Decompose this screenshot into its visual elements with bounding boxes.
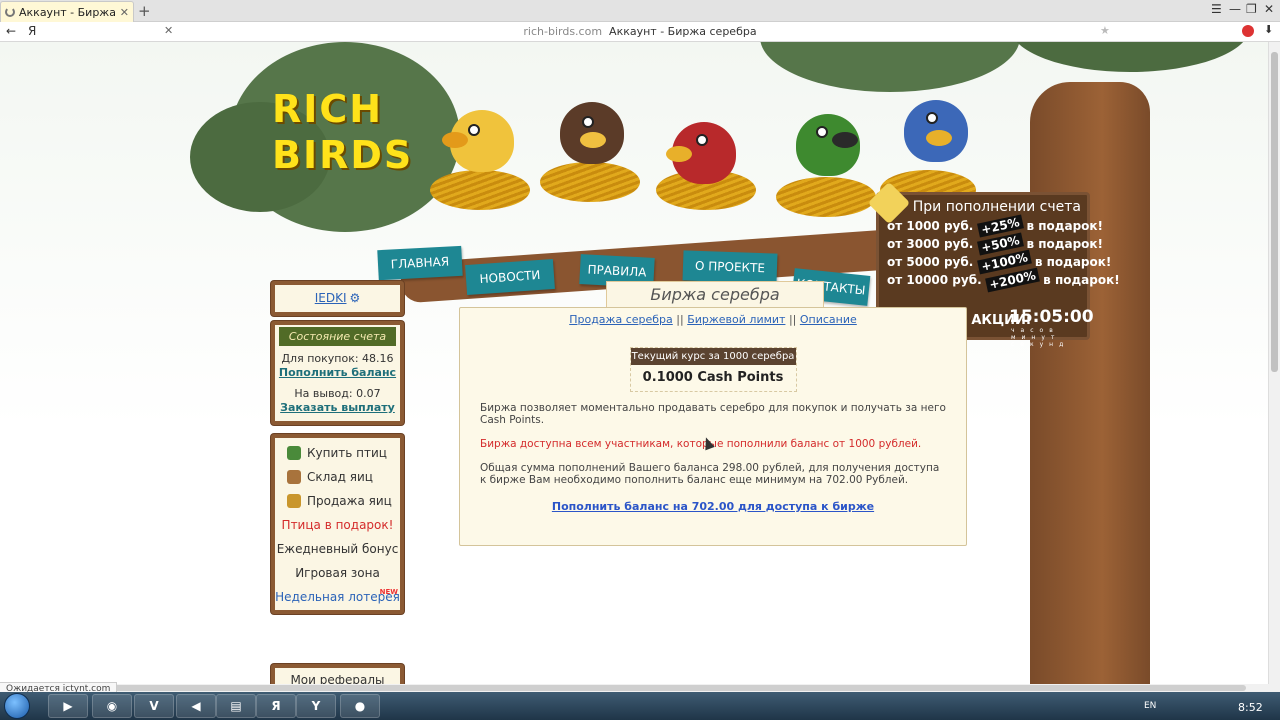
account-title: Состояние счета bbox=[279, 327, 396, 346]
page-title: Биржа серебра bbox=[606, 281, 824, 309]
promo-heading: При пополнении счета bbox=[912, 199, 1081, 215]
cart-icon bbox=[287, 446, 301, 460]
nest bbox=[540, 162, 640, 202]
tab-close-icon[interactable]: ✕ bbox=[120, 6, 129, 19]
menu-icon[interactable]: ☰ bbox=[1211, 2, 1222, 16]
language-indicator[interactable]: EN bbox=[1144, 701, 1156, 711]
yellow-bird bbox=[442, 110, 514, 172]
topup-access-link[interactable]: Пополнить баланс на 702.00 для доступа к… bbox=[460, 500, 966, 513]
chrome-icon[interactable]: ◉ bbox=[92, 694, 132, 718]
clock[interactable]: 8:52 bbox=[1238, 701, 1263, 714]
new-badge: NEW bbox=[379, 588, 398, 596]
downloads-icon[interactable]: ⬇ bbox=[1264, 23, 1273, 36]
vegas-icon[interactable]: V bbox=[134, 694, 174, 718]
account-panel: Состояние счета Для покупок: 48.16 Попол… bbox=[271, 321, 404, 425]
rate-label: Текущий курс за 1000 серебра bbox=[630, 348, 796, 365]
menu-weekly-lottery[interactable]: Недельная лотерея NEW bbox=[275, 585, 400, 609]
scroll-thumb[interactable] bbox=[6, 685, 1246, 691]
exchange-box: Продажа серебра || Биржевой лимит || Опи… bbox=[459, 307, 967, 546]
horizontal-scrollbar[interactable] bbox=[0, 684, 1280, 692]
profile-avatar[interactable] bbox=[1242, 25, 1254, 37]
blue-bird bbox=[904, 100, 968, 162]
promo-timer: 15:05:00 bbox=[1009, 307, 1094, 327]
green-bird bbox=[796, 114, 860, 176]
maximize-button[interactable]: ❐ bbox=[1246, 2, 1257, 16]
yandex-browser-icon[interactable]: Я bbox=[256, 694, 296, 718]
nav-home[interactable]: ГЛАВНАЯ bbox=[377, 245, 463, 281]
promo-row: от 3000 руб. +50% в подарок! bbox=[887, 232, 1104, 256]
tree-trunk bbox=[1030, 82, 1150, 684]
brown-bird bbox=[560, 102, 624, 164]
start-button[interactable] bbox=[4, 693, 30, 719]
url-domain: rich-birds.com bbox=[523, 25, 603, 38]
url-page-title: Аккаунт - Биржа серебра bbox=[609, 25, 757, 38]
gear-icon[interactable]: ⚙ bbox=[350, 291, 361, 305]
web-page: RICH BIRDS ГЛАВНАЯ НОВОСТИ ПРАВИЛА О ПРО… bbox=[0, 42, 1268, 684]
exchange-tabs: Продажа серебра || Биржевой лимит || Опи… bbox=[569, 313, 857, 326]
user-panel: IEDKI ⚙ bbox=[271, 281, 404, 316]
request-payout-link[interactable]: Заказать выплату bbox=[280, 401, 395, 414]
close-window-button[interactable]: ✕ bbox=[1264, 2, 1274, 16]
promo-row: от 1000 руб. +25% в подарок! bbox=[887, 214, 1104, 238]
menu-buy-birds[interactable]: Купить птиц bbox=[275, 441, 400, 465]
menu-referrals[interactable]: Мои рефералы bbox=[271, 664, 404, 684]
rate-card: Текущий курс за 1000 серебра 0.1000 Cash… bbox=[629, 347, 797, 392]
url-field[interactable]: rich-birds.com Аккаунт - Биржа серебра bbox=[0, 25, 1280, 38]
topup-balance-link[interactable]: Пополнить баланс bbox=[279, 366, 396, 379]
nav-about[interactable]: О ПРОЕКТЕ bbox=[682, 250, 778, 284]
new-tab-button[interactable]: + bbox=[138, 2, 151, 20]
balance-info: Общая сумма пополнений Вашего баланса 29… bbox=[480, 462, 940, 486]
rate-value: 0.1000 Cash Points bbox=[642, 370, 784, 385]
scroll-thumb[interactable] bbox=[1271, 52, 1278, 372]
nest bbox=[776, 177, 876, 217]
sidebar-menu: Купить птиц Склад яиц Продажа яиц Птица … bbox=[271, 434, 404, 614]
tab-title: Аккаунт - Биржа серебр bbox=[19, 5, 118, 19]
minimize-button[interactable]: — bbox=[1229, 2, 1241, 16]
yandex-icon[interactable]: Y bbox=[296, 694, 336, 718]
tab-exchange-limit[interactable]: Биржевой лимит bbox=[687, 313, 785, 326]
nav-news[interactable]: НОВОСТИ bbox=[465, 258, 555, 296]
username-link[interactable]: IEDKI bbox=[315, 291, 347, 305]
loading-icon bbox=[5, 7, 15, 17]
media-player-icon[interactable]: ▶ bbox=[48, 694, 88, 718]
tab-sell-silver[interactable]: Продажа серебра bbox=[569, 313, 673, 326]
red-bird bbox=[666, 122, 736, 184]
bookmark-star-icon[interactable]: ★ bbox=[1100, 24, 1110, 37]
audio-icon[interactable]: ◀ bbox=[176, 694, 216, 718]
taskbar: ▶ ◉ V ◀ ▤ Я Y ● EN 8:52 bbox=[0, 692, 1280, 720]
tab-strip: Аккаунт - Биржа серебр ✕ + ☰ — ❐ ✕ bbox=[0, 0, 1280, 22]
promo-row: от 5000 руб. +100% в подарок! bbox=[887, 249, 1112, 275]
buy-balance: Для покупок: 48.16 bbox=[281, 352, 394, 365]
promo-timer-units: часов минут секунд bbox=[1011, 327, 1070, 348]
tab-description[interactable]: Описание bbox=[800, 313, 857, 326]
menu-egg-sale[interactable]: Продажа яиц bbox=[275, 489, 400, 513]
browser-tab[interactable]: Аккаунт - Биржа серебр ✕ bbox=[0, 1, 134, 22]
box-icon bbox=[287, 470, 301, 484]
address-bar: ← Я ✕ rich-birds.com Аккаунт - Биржа сер… bbox=[0, 22, 1280, 42]
foliage bbox=[760, 42, 1020, 92]
vertical-scrollbar[interactable] bbox=[1268, 42, 1280, 684]
foliage bbox=[1010, 42, 1250, 72]
info-text: Биржа позволяет моментально продавать се… bbox=[480, 402, 946, 426]
site-logo[interactable]: RICH BIRDS bbox=[272, 86, 413, 178]
menu-daily-bonus[interactable]: Ежедневный бонус bbox=[275, 537, 400, 561]
folder-icon[interactable]: ▤ bbox=[216, 694, 256, 718]
record-icon[interactable]: ● bbox=[340, 694, 380, 718]
withdraw-balance: На вывод: 0.07 bbox=[294, 387, 381, 400]
eggs-icon bbox=[287, 494, 301, 508]
menu-gift-bird[interactable]: Птица в подарок! bbox=[275, 513, 400, 537]
nest bbox=[430, 170, 530, 210]
menu-egg-storage[interactable]: Склад яиц bbox=[275, 465, 400, 489]
